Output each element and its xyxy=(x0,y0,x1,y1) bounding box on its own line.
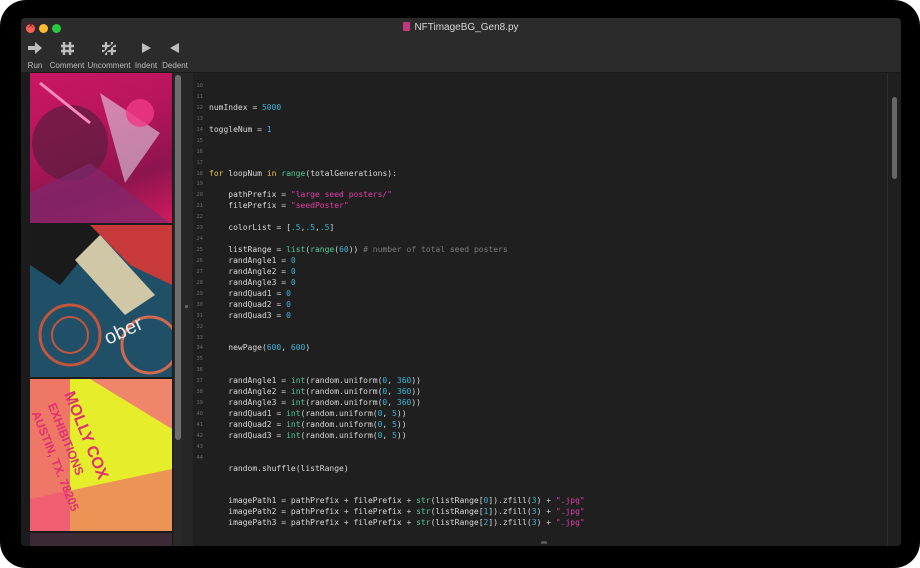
line-number: 17 xyxy=(196,160,203,166)
dedent-triangle-icon xyxy=(170,43,179,53)
dedent-label: Dedent xyxy=(162,61,188,70)
code-line[interactable]: imagePath2 = pathPrefix + filePrefix + s… xyxy=(209,507,584,516)
line-number: 14 xyxy=(196,127,203,133)
split-handle[interactable] xyxy=(185,305,188,308)
uncomment-label: Uncomment xyxy=(87,61,131,70)
code-line[interactable]: randAngle2 = int(random.uniform(0, 360)) xyxy=(209,387,421,396)
dedent-button[interactable]: Dedent xyxy=(161,38,189,72)
run-arrow-icon xyxy=(28,42,42,54)
line-number: 18 xyxy=(196,171,203,177)
line-number: 37 xyxy=(196,378,203,384)
line-number: 42 xyxy=(196,433,203,439)
line-number: 32 xyxy=(196,324,203,330)
editor-window: NFTimageBG_Gen8.py Run Comment Uncomment… xyxy=(21,18,901,546)
code-line[interactable]: pathPrefix = "large seed posters/" xyxy=(209,190,392,199)
line-number: 23 xyxy=(196,225,203,231)
console-resize-handle[interactable] xyxy=(541,541,547,544)
poster-thumbnail-1[interactable] xyxy=(30,73,172,223)
line-number: 24 xyxy=(196,236,203,242)
line-number: 22 xyxy=(196,214,203,220)
line-number: 38 xyxy=(196,389,203,395)
line-number: 44 xyxy=(196,455,203,461)
code-line[interactable]: randQuad3 = 0 xyxy=(209,311,291,320)
line-number: 31 xyxy=(196,313,203,319)
window-title: NFTimageBG_Gen8.py xyxy=(21,22,901,33)
run-button[interactable]: Run xyxy=(23,38,47,72)
code-line[interactable]: random.shuffle(listRange) xyxy=(209,464,348,473)
code-line[interactable]: newPage(600, 600) xyxy=(209,343,310,352)
editor-scrollbar[interactable] xyxy=(887,73,901,546)
poster-artwork-2: ober xyxy=(30,225,172,377)
code-line[interactable]: colorList = [.5,.5,.5] xyxy=(209,223,334,232)
code-line[interactable]: randQuad2 = int(random.uniform(0, 5)) xyxy=(209,420,406,429)
code-line[interactable]: randAngle2 = 0 xyxy=(209,267,295,276)
line-number: 43 xyxy=(196,444,203,450)
indent-button[interactable]: Indent xyxy=(133,38,159,72)
line-number: 29 xyxy=(196,291,203,297)
sidebar-scrollbar[interactable] xyxy=(174,73,182,546)
code-line[interactable]: randAngle3 = int(random.uniform(0, 360)) xyxy=(209,398,421,407)
line-number: 11 xyxy=(196,94,203,100)
indent-label: Indent xyxy=(134,61,158,70)
line-number: 30 xyxy=(196,302,203,308)
image-preview-sidebar[interactable]: ober MOLLY COX EXHIBITIONS AUSTIN, TX. 7… xyxy=(21,73,173,546)
poster-thumbnail-4[interactable] xyxy=(30,533,172,546)
code-line[interactable]: numIndex = 5000 xyxy=(209,103,281,112)
editor-scroll-thumb[interactable] xyxy=(892,97,897,179)
uncomment-button[interactable]: Uncomment xyxy=(87,38,131,72)
line-number: 10 xyxy=(196,83,203,89)
line-number: 28 xyxy=(196,280,203,286)
uncomment-hash-icon xyxy=(102,41,116,55)
run-label: Run xyxy=(27,61,43,70)
code-line[interactable]: for loopNum in range(totalGenerations): xyxy=(209,169,397,178)
indent-triangle-icon xyxy=(142,43,151,53)
line-number: 27 xyxy=(196,269,203,275)
line-number: 39 xyxy=(196,400,203,406)
code-line[interactable]: randAngle1 = 0 xyxy=(209,256,295,265)
python-file-icon xyxy=(403,22,411,31)
comment-label: Comment xyxy=(49,61,85,70)
code-line[interactable]: randAngle1 = int(random.uniform(0, 360)) xyxy=(209,376,421,385)
window-title-text: NFTimageBG_Gen8.py xyxy=(414,22,519,33)
code-line[interactable]: imagePath1 = pathPrefix + filePrefix + s… xyxy=(209,496,584,505)
line-number: 15 xyxy=(196,138,203,144)
code-editor[interactable]: 10 11 12 13 14 15 16 17 18 19 20 21 22 23 24 25 26 27 28 29… xyxy=(193,73,901,546)
code-line[interactable]: randQuad3 = int(random.uniform(0, 5)) xyxy=(209,431,406,440)
poster-thumbnail-2[interactable]: ober xyxy=(30,225,172,377)
code-line[interactable]: filePrefix = "seedPoster" xyxy=(209,201,348,210)
line-number: 20 xyxy=(196,192,203,198)
line-number: 40 xyxy=(196,411,203,417)
line-number: 35 xyxy=(196,356,203,362)
line-number: 16 xyxy=(196,149,203,155)
code-line[interactable]: imagePath3 = pathPrefix + filePrefix + s… xyxy=(209,518,584,527)
line-number: 25 xyxy=(196,247,203,253)
line-number: 33 xyxy=(196,335,203,341)
line-number: 19 xyxy=(196,181,203,187)
title-bar: NFTimageBG_Gen8.py xyxy=(21,18,901,38)
code-line[interactable]: listRange = list(range(60)) # number of … xyxy=(209,245,507,254)
code-line[interactable]: toggleNum = 1 xyxy=(209,125,272,134)
code-line[interactable]: randQuad2 = 0 xyxy=(209,300,291,309)
device-frame: NFTimageBG_Gen8.py Run Comment Uncomment… xyxy=(0,0,920,568)
sidebar-scroll-thumb[interactable] xyxy=(175,75,181,440)
comment-button[interactable]: Comment xyxy=(49,38,85,72)
line-number: 13 xyxy=(196,116,203,122)
line-number: 12 xyxy=(196,105,203,111)
toolbar: Run Comment Uncomment Indent Dedent xyxy=(21,38,901,73)
line-number: 36 xyxy=(196,367,203,373)
comment-hash-icon xyxy=(60,41,74,55)
code-line[interactable]: randQuad1 = 0 xyxy=(209,289,291,298)
line-number: 34 xyxy=(196,345,203,351)
line-number: 41 xyxy=(196,422,203,428)
line-number: 26 xyxy=(196,258,203,264)
poster-artwork-1 xyxy=(30,73,172,223)
code-line[interactable]: randAngle3 = 0 xyxy=(209,278,295,287)
poster-thumbnail-3[interactable]: MOLLY COX EXHIBITIONS AUSTIN, TX. 78205 xyxy=(30,379,172,531)
line-number: 21 xyxy=(196,203,203,209)
code-line[interactable]: randQuad1 = int(random.uniform(0, 5)) xyxy=(209,409,406,418)
